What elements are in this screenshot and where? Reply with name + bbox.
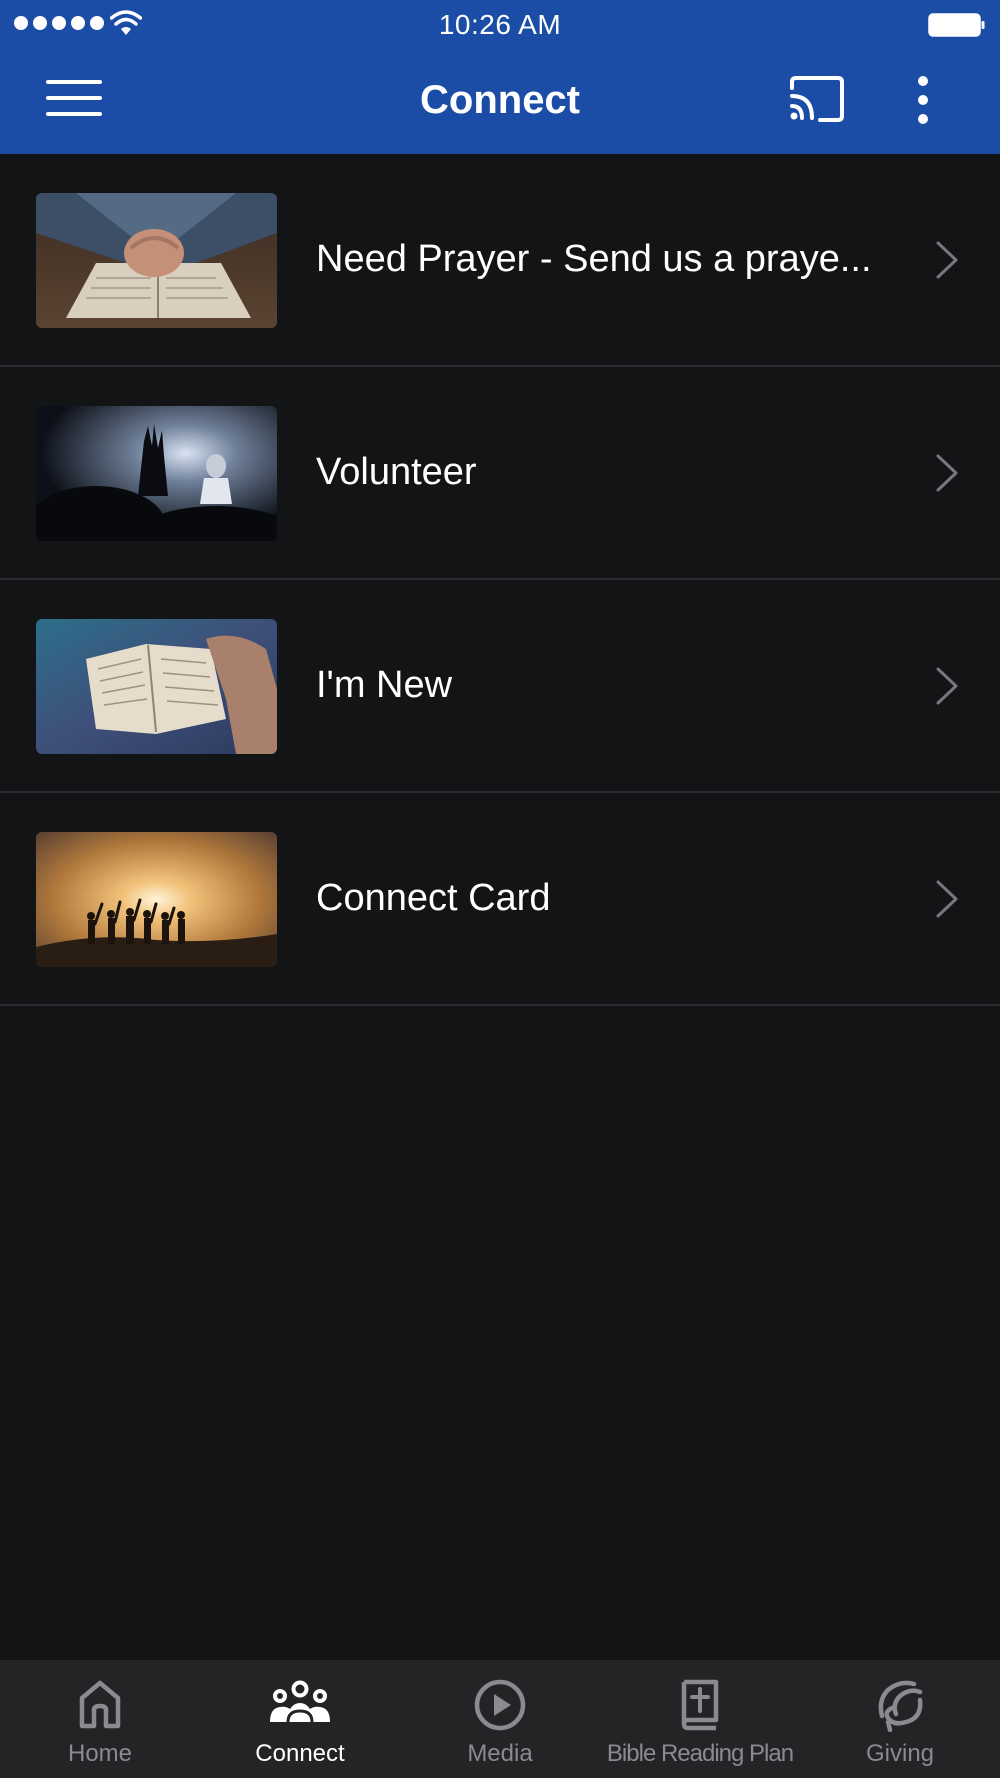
chevron-right-icon bbox=[936, 880, 958, 918]
people-silhouette-sunset-photo bbox=[36, 832, 277, 967]
chevron-right-icon bbox=[936, 241, 958, 279]
list-item-label: Connect Card bbox=[316, 877, 551, 919]
list-item-label: Need Prayer - Send us a praye... bbox=[316, 238, 872, 280]
hands-on-bible-photo bbox=[36, 193, 277, 328]
app-bar: Connect bbox=[0, 50, 1000, 154]
page-title: Connect bbox=[420, 78, 580, 122]
battery-icon bbox=[928, 13, 985, 37]
nav-item-connect[interactable]: Connect bbox=[200, 1660, 400, 1778]
nav-label: Bible Reading Plan bbox=[606, 1740, 794, 1767]
connect-list: Need Prayer - Send us a praye... Volunte… bbox=[0, 154, 1000, 1006]
list-item-label: I'm New bbox=[316, 664, 453, 706]
nav-label: Connect bbox=[255, 1740, 345, 1767]
list-item-need-prayer[interactable]: Need Prayer - Send us a praye... bbox=[0, 154, 1000, 367]
nav-label: Media bbox=[467, 1740, 533, 1767]
status-time: 10:26 AM bbox=[438, 9, 562, 40]
more-options-icon[interactable] bbox=[908, 76, 938, 128]
list-item-im-new[interactable]: I'm New bbox=[0, 580, 1000, 793]
nav-item-bible-reading-plan[interactable]: Bible Reading Plan bbox=[600, 1660, 800, 1778]
chevron-right-icon bbox=[936, 667, 958, 705]
status-bar: 10:26 AM bbox=[0, 0, 1000, 50]
list-item-connect-card[interactable]: Connect Card bbox=[0, 793, 1000, 1006]
giving-icon bbox=[878, 1680, 923, 1732]
chevron-right-icon bbox=[936, 454, 958, 492]
people-icon bbox=[270, 1680, 330, 1723]
worship-hands-raised-photo bbox=[36, 406, 277, 541]
bottom-navigation: Home Connect Media Bible Reading Plan Gi… bbox=[0, 1660, 1000, 1778]
open-bible-photo bbox=[36, 619, 277, 754]
list-item-label: Volunteer bbox=[316, 451, 477, 493]
nav-label: Giving bbox=[865, 1740, 935, 1767]
nav-item-media[interactable]: Media bbox=[400, 1660, 600, 1778]
nav-item-giving[interactable]: Giving bbox=[800, 1660, 1000, 1778]
nav-label: Home bbox=[67, 1740, 133, 1767]
nav-item-home[interactable]: Home bbox=[0, 1660, 200, 1778]
list-item-volunteer[interactable]: Volunteer bbox=[0, 367, 1000, 580]
home-icon bbox=[79, 1680, 121, 1729]
play-circle-icon bbox=[474, 1679, 526, 1731]
cast-icon[interactable] bbox=[788, 76, 844, 122]
bible-icon bbox=[681, 1679, 719, 1731]
